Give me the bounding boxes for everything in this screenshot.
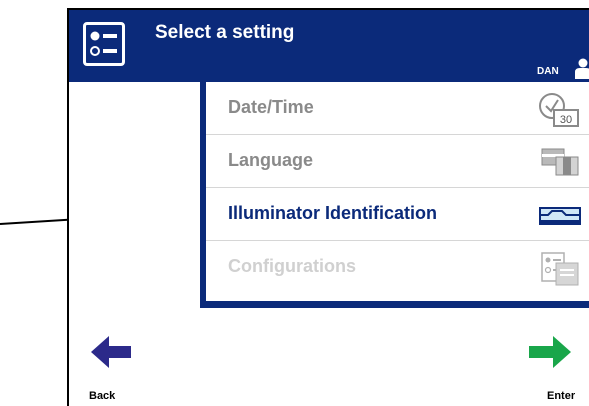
settings-list-icon — [83, 22, 125, 66]
menu-item-label: Configurations — [228, 256, 356, 276]
enter-button[interactable] — [527, 334, 573, 370]
enter-arrow-icon — [529, 336, 571, 368]
menu-item-configurations[interactable]: Configurations — [206, 241, 589, 294]
user-icon — [575, 58, 589, 79]
header-bar: Select a setting DAN — [69, 10, 589, 82]
page-title: Select a setting — [155, 22, 295, 43]
calendar-day: 30 — [560, 114, 572, 126]
calendar-clock-icon: 30 — [539, 93, 579, 127]
back-arrow-icon — [91, 336, 131, 368]
device-screen: Select a setting DAN Date/Time 30 Langua… — [67, 8, 589, 406]
menu-item-date-time[interactable]: Date/Time 30 — [206, 82, 589, 135]
menu-item-label: Illuminator Identification — [228, 203, 438, 223]
user-name: DAN — [537, 66, 559, 77]
menu-item-label: Date/Time — [228, 97, 314, 117]
configurations-icon — [541, 252, 579, 286]
back-button[interactable] — [89, 334, 133, 370]
illuminator-icon — [539, 207, 581, 225]
settings-list-panel: Date/Time 30 Language Illuminator Identi… — [200, 82, 589, 308]
back-label: Back — [89, 390, 116, 402]
menu-item-label: Language — [228, 150, 314, 170]
enter-label: Enter — [547, 390, 576, 402]
menu-item-language[interactable]: Language — [206, 135, 589, 188]
menu-item-illuminator-identification[interactable]: Illuminator Identification — [206, 188, 589, 241]
language-flags-icon — [541, 148, 579, 176]
